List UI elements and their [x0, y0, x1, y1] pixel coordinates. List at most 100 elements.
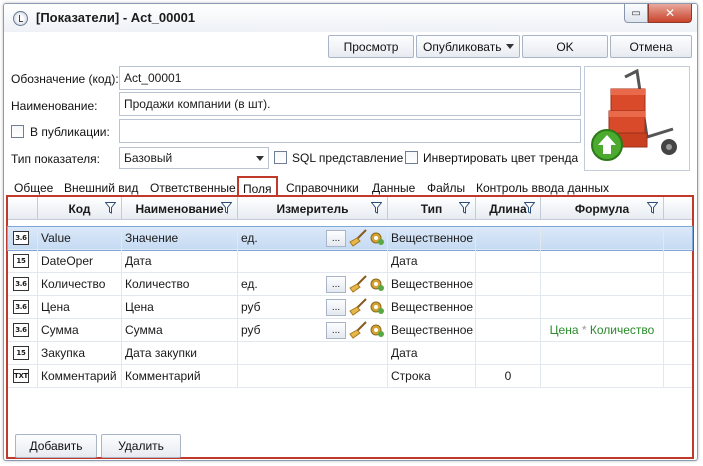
filter-icon[interactable]	[524, 202, 535, 214]
row-length[interactable]	[476, 296, 541, 319]
row-type[interactable]: Вещественное	[388, 227, 476, 250]
filter-icon[interactable]	[459, 202, 470, 214]
broom-icon[interactable]	[348, 229, 368, 247]
row-name[interactable]: Дата закупки	[122, 342, 238, 365]
row-unit[interactable]	[238, 342, 388, 365]
view-button[interactable]: Просмотр	[328, 35, 414, 58]
ellipsis-button[interactable]: ...	[326, 299, 346, 316]
table-row[interactable]: 3.6 Цена Цена руб ... Вещественное	[8, 296, 692, 319]
tab-general[interactable]: Общее	[14, 181, 53, 195]
fields-grid: Код Наименование Измеритель Тип Длина Фо…	[6, 195, 694, 459]
table-row[interactable]: 3.6 Количество Количество ед. ... Вещест…	[8, 273, 692, 296]
add-button[interactable]: Добавить	[15, 434, 97, 458]
invert-trend-checkbox[interactable]	[405, 151, 418, 164]
tab-data[interactable]: Данные	[372, 181, 415, 195]
filter-icon[interactable]	[221, 202, 232, 214]
broom-icon[interactable]	[348, 298, 368, 316]
ok-button[interactable]: OK	[522, 35, 608, 58]
row-formula[interactable]	[541, 365, 664, 388]
tab-appearance[interactable]: Внешний вид	[64, 181, 138, 195]
ellipsis-button[interactable]: ...	[326, 322, 346, 339]
row-name[interactable]: Значение	[122, 227, 238, 250]
ellipsis-button[interactable]: ...	[326, 276, 346, 293]
publication-checkbox[interactable]	[11, 125, 24, 138]
indicator-image[interactable]	[584, 66, 690, 171]
cancel-button[interactable]: Отмена	[610, 35, 692, 58]
row-unit[interactable]	[238, 365, 388, 388]
row-formula[interactable]	[541, 342, 664, 365]
gear-icon[interactable]	[369, 322, 385, 338]
name-field[interactable]: Продажи компании (в шт).	[119, 92, 581, 116]
table-row[interactable]: 15 DateOper Дата Дата	[8, 250, 692, 273]
row-length[interactable]	[476, 227, 541, 250]
row-length[interactable]	[476, 273, 541, 296]
row-formula[interactable]	[541, 273, 664, 296]
row-unit[interactable]: ед. ...	[238, 273, 388, 296]
header-name[interactable]: Наименование	[122, 197, 238, 220]
filter-icon[interactable]	[371, 202, 382, 214]
row-code[interactable]: Сумма	[38, 319, 122, 342]
tab-responsible[interactable]: Ответственные	[150, 181, 236, 195]
row-type[interactable]: Строка	[388, 365, 476, 388]
row-type[interactable]: Дата	[388, 250, 476, 273]
close-button[interactable]: ✕	[648, 4, 692, 23]
table-row[interactable]: 3.6 Value Значение ед. ... Вещественное	[7, 226, 693, 251]
row-unit[interactable]: руб ...	[238, 319, 388, 342]
row-code[interactable]: Комментарий	[38, 365, 122, 388]
row-name[interactable]: Количество	[122, 273, 238, 296]
filter-icon[interactable]	[647, 202, 658, 214]
type-select[interactable]: Базовый	[119, 147, 269, 169]
header-type[interactable]: Тип	[388, 197, 476, 220]
gear-icon[interactable]	[369, 276, 385, 292]
header-code[interactable]: Код	[38, 197, 122, 220]
row-formula[interactable]: Цена * Количество	[541, 319, 664, 342]
publication-field[interactable]	[119, 119, 581, 143]
broom-icon[interactable]	[348, 275, 368, 293]
row-length[interactable]	[476, 250, 541, 273]
row-type[interactable]: Вещественное	[388, 273, 476, 296]
row-name[interactable]: Цена	[122, 296, 238, 319]
table-row[interactable]: 3.6 Сумма Сумма руб ... Вещественное Цен…	[8, 319, 692, 342]
row-code[interactable]: Цена	[38, 296, 122, 319]
row-formula[interactable]	[541, 227, 664, 250]
table-row[interactable]: 15 Закупка Дата закупки Дата	[8, 342, 692, 365]
row-type[interactable]: Дата	[388, 342, 476, 365]
delete-button[interactable]: Удалить	[101, 434, 181, 458]
row-code[interactable]: DateOper	[38, 250, 122, 273]
row-type[interactable]: Вещественное	[388, 319, 476, 342]
gear-icon[interactable]	[369, 230, 385, 246]
row-unit[interactable]: руб ...	[238, 296, 388, 319]
filter-icon[interactable]	[105, 202, 116, 214]
row-unit[interactable]: ед. ...	[238, 227, 388, 250]
row-code[interactable]: Количество	[38, 273, 122, 296]
table-row[interactable]: TXT Комментарий Комментарий Строка 0	[8, 365, 692, 388]
header-formula[interactable]: Формула	[541, 197, 664, 220]
row-code[interactable]: Value	[38, 227, 122, 250]
row-unit[interactable]	[238, 250, 388, 273]
row-length[interactable]	[476, 342, 541, 365]
row-unit-value: ед.	[241, 277, 258, 291]
title-bar[interactable]: [Показатели] - Act_00001 ▭ ✕	[4, 4, 697, 32]
code-field[interactable]: Act_00001	[119, 66, 581, 90]
row-formula[interactable]	[541, 296, 664, 319]
tab-input-control[interactable]: Контроль ввода данных	[476, 181, 609, 195]
row-name[interactable]: Дата	[122, 250, 238, 273]
row-length[interactable]	[476, 319, 541, 342]
ellipsis-button[interactable]: ...	[326, 230, 346, 247]
row-code[interactable]: Закупка	[38, 342, 122, 365]
gear-icon[interactable]	[369, 299, 385, 315]
row-length[interactable]: 0	[476, 365, 541, 388]
header-length[interactable]: Длина	[476, 197, 541, 220]
minimize-button[interactable]: ▭	[624, 4, 648, 23]
row-name[interactable]: Сумма	[122, 319, 238, 342]
row-type[interactable]: Вещественное	[388, 296, 476, 319]
tab-files[interactable]: Файлы	[427, 181, 465, 195]
broom-icon[interactable]	[348, 321, 368, 339]
header-unit[interactable]: Измеритель	[238, 197, 388, 220]
row-formula[interactable]	[541, 250, 664, 273]
tab-references[interactable]: Справочники	[286, 181, 359, 195]
publish-button[interactable]: Опубликовать	[416, 35, 520, 58]
row-name[interactable]: Комментарий	[122, 365, 238, 388]
sql-checkbox[interactable]	[274, 151, 287, 164]
header-code-label: Код	[68, 201, 91, 216]
